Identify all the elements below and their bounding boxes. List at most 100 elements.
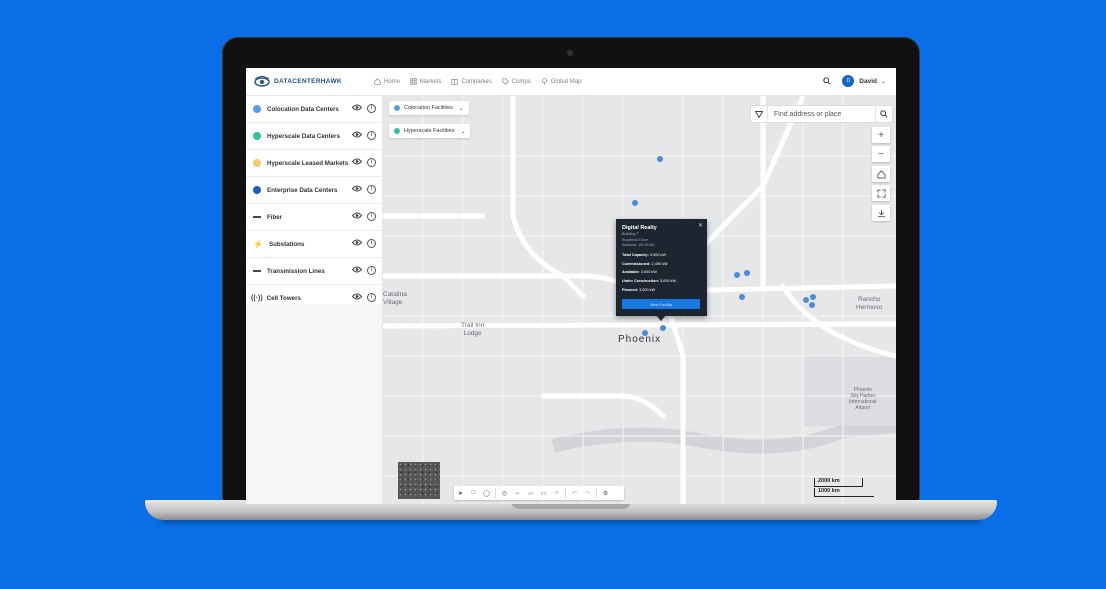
scale-top: 2000 km (814, 478, 863, 487)
filter-icon[interactable] (751, 106, 768, 122)
popup-tail (656, 315, 666, 321)
facility-marker[interactable] (734, 272, 740, 278)
info-icon[interactable]: i (367, 212, 376, 221)
toolbar-divider (495, 488, 496, 498)
info-icon[interactable]: i (367, 293, 376, 302)
minimap-basemap-toggle[interactable] (398, 462, 440, 499)
info-icon[interactable]: i (367, 266, 376, 275)
nav-right: D David ⌄ (820, 74, 886, 88)
map-canvas[interactable]: Colocation Facilities ⌄ Hyperscale Facil… (383, 96, 896, 504)
layer-fiber[interactable]: Fiber i (246, 204, 382, 231)
fullscreen-button[interactable] (872, 185, 890, 201)
nav-companies[interactable]: Companies (451, 78, 492, 85)
hyperscale-swatch (253, 132, 261, 140)
info-icon[interactable]: i (367, 239, 376, 248)
search-icon[interactable] (875, 106, 892, 122)
facility-marker[interactable] (809, 302, 815, 308)
nav-comps[interactable]: Comps (502, 78, 531, 85)
popup-title: Digital Realty (622, 225, 657, 231)
nav-home[interactable]: Home (374, 78, 400, 85)
global-search-button[interactable] (820, 74, 834, 88)
gear-icon[interactable]: ⚙ (599, 486, 612, 500)
info-icon[interactable]: i (367, 104, 376, 113)
info-icon[interactable]: i (367, 131, 376, 140)
layer-transmission[interactable]: Transmission Lines i (246, 258, 382, 285)
select-box-icon[interactable]: □ (467, 486, 480, 500)
hyperscale-filter-swatch (394, 128, 400, 134)
layer-colocation[interactable]: Colocation Data Centers i (246, 96, 382, 123)
popup-available-value: 2,000 kW (640, 270, 657, 274)
chevron-down-icon[interactable]: ⌄ (881, 78, 886, 85)
address-search-input[interactable]: Find address or place (774, 111, 875, 118)
layer-enterprise[interactable]: Enterprise Data Centers i (246, 177, 382, 204)
nav-markets[interactable]: Markets (410, 78, 441, 85)
popup-planned-value: 3,000 kW (639, 288, 656, 292)
popup-address-2: Ashburn, VA 20146 (622, 243, 655, 247)
info-icon[interactable]: i (367, 185, 376, 194)
user-name[interactable]: David (859, 78, 877, 85)
popup-planned: Planned: 3,000 kW (622, 288, 655, 292)
logo[interactable]: DATACENTERHAWK (254, 75, 364, 88)
hyperscale-leased-swatch (253, 159, 261, 167)
undo-icon[interactable]: ↶ (568, 486, 581, 500)
fiber-line-icon (253, 216, 261, 218)
place-phoenix: Phoenix (618, 334, 662, 345)
facility-marker[interactable] (810, 294, 816, 300)
popup-under-construction-label: Under Construction: (622, 279, 659, 283)
place-catalina: Catalina Village (383, 291, 407, 306)
top-nav: DATACENTERHAWK Home Markets Companies Co… (246, 68, 896, 96)
transmission-line-icon (253, 270, 261, 272)
filter-colocation[interactable]: Colocation Facilities ⌄ (389, 101, 469, 115)
zoom-in-button[interactable]: + (872, 127, 890, 143)
eye-icon[interactable] (351, 212, 363, 221)
popup-under-construction: Under Construction: 3,000 kW (622, 279, 676, 283)
layer-hyperscale-leased[interactable]: Hyperscale Leased Markets i (246, 150, 382, 177)
polygon-icon[interactable]: ▱ (524, 486, 537, 500)
search-icon (823, 77, 831, 85)
close-icon[interactable]: ✕ (698, 222, 703, 229)
eye-icon[interactable] (351, 185, 363, 194)
layer-substations[interactable]: ⚡ Substations i (246, 231, 382, 258)
circle-icon[interactable]: ○ (550, 486, 563, 500)
eye-icon[interactable] (351, 158, 363, 167)
rectangle-icon[interactable]: ▭ (537, 486, 550, 500)
filter-hyperscale[interactable]: Hyperscale Facilities ⌄ (389, 124, 471, 138)
eye-icon[interactable] (351, 239, 363, 248)
eye-icon[interactable] (351, 104, 363, 113)
pointer-icon[interactable]: ➤ (454, 486, 467, 500)
zoom-out-button[interactable]: − (872, 146, 890, 162)
chevron-down-icon: ⌄ (460, 128, 466, 135)
eye-icon[interactable] (351, 266, 363, 275)
popup-total-capacity-label: Total Capacity: (622, 253, 649, 257)
facility-marker[interactable] (803, 297, 809, 303)
filter-label: Hyperscale Facilities (404, 128, 455, 134)
info-icon[interactable]: i (367, 158, 376, 167)
home-extent-button[interactable] (872, 166, 890, 182)
eye-icon[interactable] (351, 293, 363, 302)
pin-icon[interactable]: ◎ (498, 486, 511, 500)
popup-building: Building T (622, 232, 639, 236)
avatar[interactable]: D (842, 75, 855, 87)
facility-marker[interactable] (642, 330, 648, 336)
place-trail-inn: Trail Inn Lodge (461, 322, 485, 337)
nav-global-map[interactable]: Global Map (541, 78, 581, 85)
popup-address-1: Broderick Drive (622, 238, 648, 242)
colocation-swatch (253, 105, 261, 113)
lasso-icon[interactable]: ◯ (480, 486, 493, 500)
redo-icon[interactable]: ↷ (581, 486, 594, 500)
download-button[interactable] (872, 205, 890, 221)
facility-marker[interactable] (632, 200, 638, 206)
view-facility-button[interactable]: View Facility (622, 299, 700, 309)
hawk-eye-icon (254, 75, 270, 88)
eye-icon[interactable] (351, 131, 363, 140)
address-search[interactable]: Find address or place (750, 105, 893, 123)
polyline-icon[interactable]: ∽ (511, 486, 524, 500)
popup-available: Available: 2,000 kW (622, 270, 657, 274)
facility-marker-selected[interactable] (660, 325, 666, 331)
layer-label: Hyperscale Leased Markets (267, 159, 349, 167)
facility-marker[interactable] (739, 294, 745, 300)
camera-icon (567, 50, 573, 56)
facility-marker[interactable] (744, 270, 750, 276)
layer-hyperscale[interactable]: Hyperscale Data Centers i (246, 123, 382, 150)
facility-marker[interactable] (657, 156, 663, 162)
